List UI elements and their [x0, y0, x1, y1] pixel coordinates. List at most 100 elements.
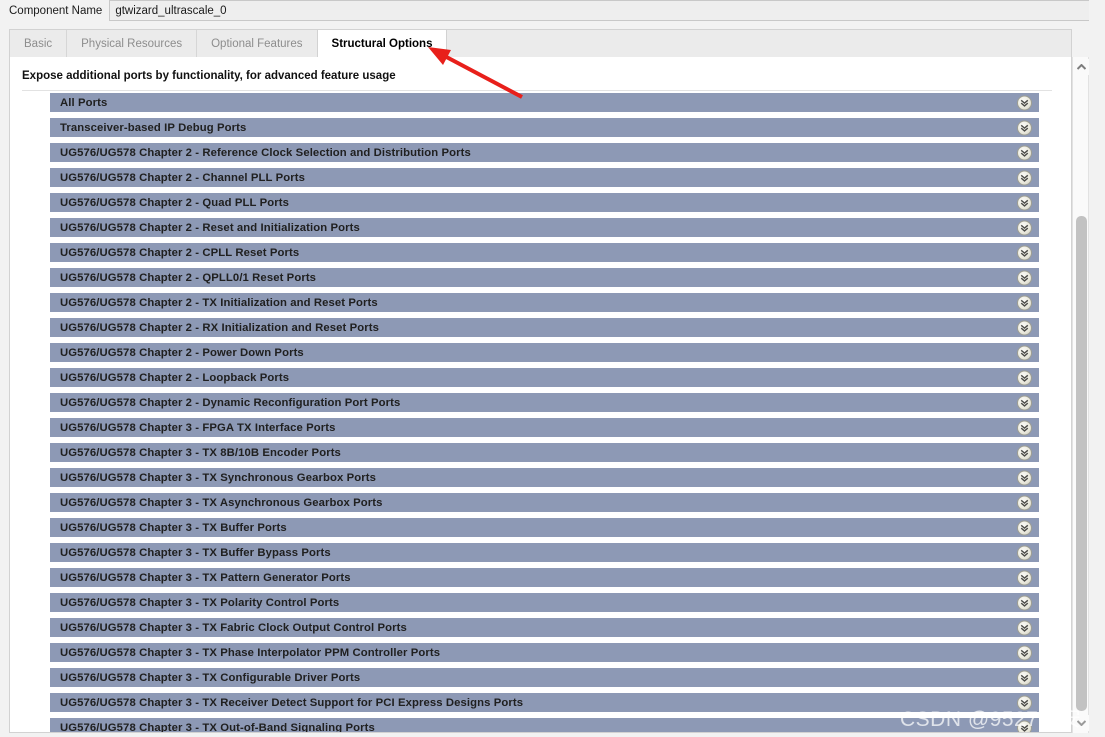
port-group-label: UG576/UG578 Chapter 2 - RX Initializatio…	[60, 321, 379, 334]
double-chevron-down-icon	[1020, 399, 1029, 407]
port-group-row[interactable]: UG576/UG578 Chapter 3 - TX 8B/10B Encode…	[50, 443, 1039, 462]
expand-group-button[interactable]	[1017, 520, 1032, 535]
double-chevron-down-icon	[1020, 599, 1029, 607]
port-group-row[interactable]: UG576/UG578 Chapter 2 - Dynamic Reconfig…	[50, 393, 1039, 412]
expand-group-button[interactable]	[1017, 270, 1032, 285]
port-group-label: UG576/UG578 Chapter 2 - Quad PLL Ports	[60, 196, 289, 209]
expand-group-button[interactable]	[1017, 345, 1032, 360]
double-chevron-down-icon	[1020, 649, 1029, 657]
port-group-label: UG576/UG578 Chapter 3 - TX Configurable …	[60, 671, 361, 684]
double-chevron-down-icon	[1020, 199, 1029, 207]
port-group-row[interactable]: UG576/UG578 Chapter 2 - TX Initializatio…	[50, 293, 1039, 312]
port-group-row[interactable]: UG576/UG578 Chapter 3 - TX Phase Interpo…	[50, 643, 1039, 662]
expand-group-button[interactable]	[1017, 95, 1032, 110]
expand-group-button[interactable]	[1017, 120, 1032, 135]
port-group-label: UG576/UG578 Chapter 2 - Reference Clock …	[60, 146, 471, 159]
expand-group-button[interactable]	[1017, 220, 1032, 235]
port-group-label: UG576/UG578 Chapter 2 - Dynamic Reconfig…	[60, 396, 401, 409]
expand-group-button[interactable]	[1017, 620, 1032, 635]
port-group-row[interactable]: UG576/UG578 Chapter 2 - Reference Clock …	[50, 143, 1039, 162]
port-group-label: UG576/UG578 Chapter 2 - TX Initializatio…	[60, 296, 378, 309]
port-group-row[interactable]: UG576/UG578 Chapter 3 - TX Configurable …	[50, 668, 1039, 687]
tab-structural-options[interactable]: Structural Options	[316, 30, 448, 57]
port-group-label: UG576/UG578 Chapter 2 - CPLL Reset Ports	[60, 246, 300, 259]
expand-group-button[interactable]	[1017, 445, 1032, 460]
port-group-label: UG576/UG578 Chapter 3 - TX 8B/10B Encode…	[60, 446, 341, 459]
port-group-label: UG576/UG578 Chapter 2 - QPLL0/1 Reset Po…	[60, 271, 317, 284]
expand-group-button[interactable]	[1017, 170, 1032, 185]
expand-group-button[interactable]	[1017, 545, 1032, 560]
port-group-label: UG576/UG578 Chapter 3 - FPGA TX Interfac…	[60, 421, 336, 434]
port-group-row[interactable]: UG576/UG578 Chapter 3 - TX Out-of-Band S…	[50, 718, 1039, 732]
port-group-row[interactable]: UG576/UG578 Chapter 2 - CPLL Reset Ports	[50, 243, 1039, 262]
port-group-label: UG576/UG578 Chapter 3 - TX Asynchronous …	[60, 496, 383, 509]
port-group-label: UG576/UG578 Chapter 2 - Power Down Ports	[60, 346, 304, 359]
expand-group-button[interactable]	[1017, 645, 1032, 660]
port-group-row[interactable]: UG576/UG578 Chapter 2 - Reset and Initia…	[50, 218, 1039, 237]
double-chevron-down-icon	[1020, 324, 1029, 332]
panel-heading: Expose additional ports by functionality…	[22, 70, 396, 82]
expand-group-button[interactable]	[1017, 495, 1032, 510]
expand-group-button[interactable]	[1017, 470, 1032, 485]
port-group-row[interactable]: UG576/UG578 Chapter 3 - TX Asynchronous …	[50, 493, 1039, 512]
tab-basic[interactable]: Basic	[10, 30, 68, 57]
port-group-row[interactable]: All Ports	[50, 93, 1039, 112]
expand-group-button[interactable]	[1017, 295, 1032, 310]
expand-group-button[interactable]	[1017, 245, 1032, 260]
port-group-row[interactable]: UG576/UG578 Chapter 2 - Power Down Ports	[50, 343, 1039, 362]
vertical-scrollbar[interactable]	[1072, 57, 1089, 733]
expand-group-button[interactable]	[1017, 320, 1032, 335]
port-group-label: UG576/UG578 Chapter 2 - Reset and Initia…	[60, 221, 360, 234]
double-chevron-down-icon	[1020, 224, 1029, 232]
scroll-up-button[interactable]	[1073, 59, 1089, 75]
double-chevron-down-icon	[1020, 99, 1029, 107]
double-chevron-down-icon	[1020, 674, 1029, 682]
port-group-row[interactable]: UG576/UG578 Chapter 2 - Loopback Ports	[50, 368, 1039, 387]
port-group-row[interactable]: Transceiver-based IP Debug Ports	[50, 118, 1039, 137]
component-name-input[interactable]: gtwizard_ultrascale_0	[109, 0, 1096, 21]
expand-group-button[interactable]	[1017, 595, 1032, 610]
double-chevron-down-icon	[1020, 249, 1029, 257]
scrollbar-thumb[interactable]	[1076, 216, 1087, 711]
expand-group-button[interactable]	[1017, 570, 1032, 585]
port-group-label: All Ports	[60, 96, 108, 109]
port-group-row[interactable]: UG576/UG578 Chapter 3 - TX Polarity Cont…	[50, 593, 1039, 612]
port-group-row[interactable]: UG576/UG578 Chapter 3 - TX Buffer Bypass…	[50, 543, 1039, 562]
double-chevron-down-icon	[1020, 549, 1029, 557]
port-group-row[interactable]: UG576/UG578 Chapter 3 - TX Pattern Gener…	[50, 568, 1039, 587]
tab-physical-resources[interactable]: Physical Resources	[67, 30, 198, 57]
right-gutter	[1089, 0, 1105, 737]
tab-optional-features[interactable]: Optional Features	[197, 30, 318, 57]
expand-group-button[interactable]	[1017, 195, 1032, 210]
port-group-list: All Ports Transceiver-based IP Debug Port…	[50, 93, 1039, 732]
port-group-label: Transceiver-based IP Debug Ports	[60, 121, 247, 134]
expand-group-button[interactable]	[1017, 145, 1032, 160]
expand-group-button[interactable]	[1017, 670, 1032, 685]
expand-group-button[interactable]	[1017, 370, 1032, 385]
port-group-row[interactable]: UG576/UG578 Chapter 3 - TX Receiver Dete…	[50, 693, 1039, 712]
double-chevron-down-icon	[1020, 124, 1029, 132]
port-group-row[interactable]: UG576/UG578 Chapter 2 - QPLL0/1 Reset Po…	[50, 268, 1039, 287]
port-group-row[interactable]: UG576/UG578 Chapter 3 - TX Fabric Clock …	[50, 618, 1039, 637]
expand-group-button[interactable]	[1017, 420, 1032, 435]
double-chevron-down-icon	[1020, 574, 1029, 582]
double-chevron-down-icon	[1020, 149, 1029, 157]
double-chevron-down-icon	[1020, 474, 1029, 482]
port-group-row[interactable]: UG576/UG578 Chapter 3 - TX Synchronous G…	[50, 468, 1039, 487]
double-chevron-down-icon	[1020, 424, 1029, 432]
port-group-label: UG576/UG578 Chapter 3 - TX Pattern Gener…	[60, 571, 351, 584]
double-chevron-down-icon	[1020, 624, 1029, 632]
double-chevron-down-icon	[1020, 174, 1029, 182]
tab-bar: Basic Physical Resources Optional Featur…	[9, 29, 1072, 57]
double-chevron-down-icon	[1020, 299, 1029, 307]
port-group-row[interactable]: UG576/UG578 Chapter 2 - Channel PLL Port…	[50, 168, 1039, 187]
double-chevron-down-icon	[1020, 274, 1029, 282]
port-group-row[interactable]: UG576/UG578 Chapter 3 - FPGA TX Interfac…	[50, 418, 1039, 437]
component-name-row: Component Name gtwizard_ultrascale_0	[0, 0, 1105, 21]
port-group-label: UG576/UG578 Chapter 2 - Loopback Ports	[60, 371, 290, 384]
port-group-row[interactable]: UG576/UG578 Chapter 2 - Quad PLL Ports	[50, 193, 1039, 212]
expand-group-button[interactable]	[1017, 395, 1032, 410]
port-group-label: UG576/UG578 Chapter 2 - Channel PLL Port…	[60, 171, 305, 184]
port-group-row[interactable]: UG576/UG578 Chapter 3 - TX Buffer Ports	[50, 518, 1039, 537]
port-group-row[interactable]: UG576/UG578 Chapter 2 - RX Initializatio…	[50, 318, 1039, 337]
